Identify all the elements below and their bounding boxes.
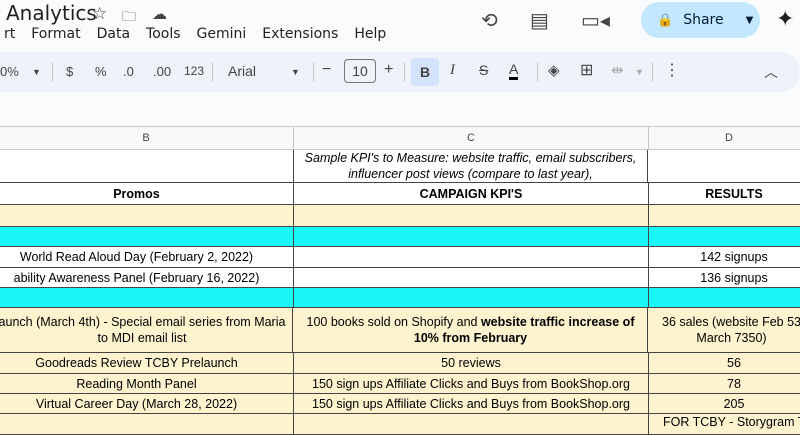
cell-c[interactable]: 150 sign ups Affiliate Clicks and Buys f… bbox=[294, 394, 649, 413]
menu-data[interactable]: Data bbox=[89, 26, 138, 42]
cell-b[interactable]: aunch (March 4th) - Special email series… bbox=[0, 308, 293, 352]
strikethrough-button[interactable]: S bbox=[479, 62, 488, 78]
table-row: Sample KPI's to Measure: website traffic… bbox=[0, 150, 800, 183]
table-row: Virtual Career Day (March 28, 2022) 150 … bbox=[0, 394, 800, 414]
menu-bar: rt Format Data Tools Gemini Extensions H… bbox=[0, 26, 394, 42]
column-header-c[interactable]: C bbox=[294, 127, 649, 150]
zoom-dropdown-icon[interactable]: ▼ bbox=[32, 67, 41, 77]
text-color-button[interactable]: A bbox=[509, 61, 519, 80]
cell-c[interactable] bbox=[294, 268, 649, 287]
comments-icon[interactable]: ▤ bbox=[530, 8, 549, 33]
zoom-select[interactable]: 0% bbox=[0, 64, 19, 79]
cell-b[interactable] bbox=[0, 288, 294, 307]
menu-gemini[interactable]: Gemini bbox=[189, 26, 255, 42]
more-options-icon[interactable]: ⋮ bbox=[664, 60, 680, 80]
cell-c[interactable]: Sample KPI's to Measure: website traffic… bbox=[294, 150, 648, 182]
cell-b[interactable]: Goodreads Review TCBY Prelaunch bbox=[0, 353, 294, 373]
cell-c-text: 100 books sold on Shopify and bbox=[306, 315, 481, 329]
menu-tools[interactable]: Tools bbox=[138, 26, 189, 42]
decrease-font-size-button[interactable]: − bbox=[322, 61, 331, 79]
spreadsheet-grid: B C D Sample KPI's to Measure: website t… bbox=[0, 126, 800, 435]
cell-b[interactable]: World Read Aloud Day (February 2, 2022) bbox=[0, 247, 294, 267]
cell-b[interactable] bbox=[0, 150, 294, 182]
cell-b[interactable]: ability Awareness Panel (February 16, 20… bbox=[0, 268, 294, 287]
share-dropdown-icon[interactable]: ▼ bbox=[746, 15, 754, 26]
percent-button[interactable]: % bbox=[95, 64, 107, 79]
cloud-status-icon[interactable]: ☁ bbox=[152, 5, 167, 23]
cell-c[interactable]: 50 reviews bbox=[294, 353, 649, 373]
cell-c[interactable]: 150 sign ups Affiliate Clicks and Buys f… bbox=[294, 374, 649, 393]
table-row: Promos CAMPAIGN KPI'S RESULTS bbox=[0, 183, 800, 205]
cell-c[interactable] bbox=[294, 414, 649, 434]
column-header-d[interactable]: D bbox=[649, 127, 800, 150]
star-icon[interactable]: ☆ bbox=[92, 4, 107, 24]
toolbar: 0% ▼ $ % .0 .00 123 Arial ▼ − 10 + B I S… bbox=[0, 52, 800, 92]
share-button[interactable]: 🔒 Share ▼ bbox=[641, 2, 760, 38]
collapse-toolbar-icon[interactable]: ︿ bbox=[764, 62, 778, 82]
increase-decimal-button[interactable]: .00 bbox=[153, 64, 171, 79]
cell-b[interactable] bbox=[0, 227, 294, 246]
lock-icon: 🔒 bbox=[657, 12, 674, 28]
increase-font-size-button[interactable]: + bbox=[384, 61, 393, 79]
more-formats-button[interactable]: 123 bbox=[184, 64, 204, 78]
cell-b[interactable] bbox=[0, 205, 294, 226]
font-dropdown-icon[interactable]: ▼ bbox=[291, 67, 300, 77]
bold-button[interactable]: B bbox=[411, 58, 439, 86]
table-row bbox=[0, 205, 800, 227]
font-size-input[interactable]: 10 bbox=[344, 59, 376, 83]
table-row: Reading Month Panel 150 sign ups Affilia… bbox=[0, 374, 800, 394]
borders-icon[interactable]: ⊞ bbox=[580, 60, 593, 80]
cell-d[interactable]: 136 signups bbox=[649, 268, 800, 287]
cell-d[interactable] bbox=[649, 288, 800, 307]
cell-d[interactable] bbox=[649, 205, 800, 226]
cell-c[interactable] bbox=[294, 247, 649, 267]
cell-d[interactable]: 205 bbox=[649, 394, 800, 413]
table-row: FOR TCBY - Storygram T bbox=[0, 414, 800, 435]
cell-d[interactable]: 56 bbox=[649, 353, 800, 373]
currency-button[interactable]: $ bbox=[66, 64, 73, 79]
cell-d[interactable]: 78 bbox=[649, 374, 800, 393]
italic-button[interactable]: I bbox=[450, 62, 455, 79]
cell-d[interactable] bbox=[649, 227, 800, 246]
table-row: aunch (March 4th) - Special email series… bbox=[0, 308, 800, 353]
menu-help[interactable]: Help bbox=[346, 26, 394, 42]
menu-insert[interactable]: rt bbox=[0, 26, 23, 42]
meet-icon[interactable]: ▭◂ bbox=[581, 8, 610, 33]
table-row: World Read Aloud Day (February 2, 2022) … bbox=[0, 247, 800, 268]
gemini-icon[interactable]: ✦ bbox=[776, 6, 794, 32]
cell-d[interactable]: RESULTS bbox=[649, 183, 800, 204]
fill-color-icon[interactable]: ◈ bbox=[548, 61, 560, 79]
font-select[interactable]: Arial bbox=[228, 63, 256, 79]
version-history-icon[interactable]: ⟲ bbox=[481, 8, 498, 33]
cell-c[interactable] bbox=[294, 227, 649, 246]
menu-extensions[interactable]: Extensions bbox=[254, 26, 346, 42]
cell-b[interactable]: Reading Month Panel bbox=[0, 374, 294, 393]
share-label: Share bbox=[683, 12, 724, 28]
merge-cells-icon[interactable]: ⇹ bbox=[611, 61, 624, 79]
table-row: Goodreads Review TCBY Prelaunch 50 revie… bbox=[0, 353, 800, 374]
cell-c[interactable]: CAMPAIGN KPI'S bbox=[294, 183, 649, 204]
menu-format[interactable]: Format bbox=[23, 26, 88, 42]
table-row bbox=[0, 288, 800, 308]
cell-b[interactable]: Promos bbox=[0, 183, 294, 204]
table-row: ability Awareness Panel (February 16, 20… bbox=[0, 268, 800, 288]
cell-d[interactable]: 142 signups bbox=[649, 247, 800, 267]
cell-c[interactable] bbox=[294, 205, 649, 226]
decrease-decimal-button[interactable]: .0 bbox=[123, 64, 134, 79]
document-title[interactable]: Analytics bbox=[6, 1, 97, 25]
cell-c[interactable] bbox=[294, 288, 649, 307]
cell-b[interactable]: Virtual Career Day (March 28, 2022) bbox=[0, 394, 294, 413]
cell-b[interactable] bbox=[0, 414, 294, 434]
cell-d[interactable] bbox=[649, 150, 800, 182]
cell-c[interactable]: 100 books sold on Shopify and website tr… bbox=[294, 308, 648, 352]
cell-d[interactable]: FOR TCBY - Storygram T bbox=[649, 414, 800, 434]
table-row bbox=[0, 227, 800, 247]
merge-dropdown-icon[interactable]: ▼ bbox=[635, 67, 644, 77]
column-header-b[interactable]: B bbox=[0, 127, 294, 150]
cell-d[interactable]: 36 sales (website Feb 53 March 7350) bbox=[649, 308, 800, 352]
